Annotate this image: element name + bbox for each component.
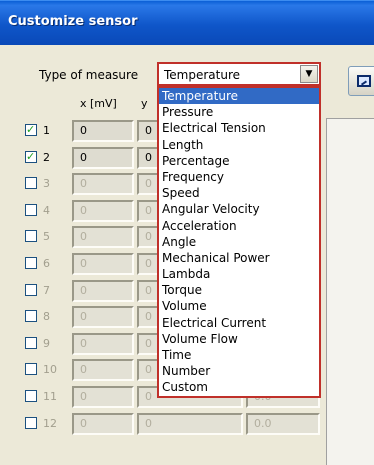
type-of-measure-label: Type of measure: [39, 68, 139, 82]
row-enable-checkbox[interactable]: [25, 336, 37, 349]
dropdown-option[interactable]: Frequency: [159, 169, 319, 185]
dropdown-option[interactable]: Pressure: [159, 104, 319, 120]
row-number-label: 5: [43, 230, 50, 244]
dropdown-option[interactable]: Percentage: [159, 153, 319, 169]
dropdown-option[interactable]: Volume: [159, 298, 319, 314]
row-number-label: 11: [43, 390, 57, 403]
row-enable-checkbox[interactable]: [25, 257, 37, 269]
dropdown-option[interactable]: Speed: [159, 185, 319, 201]
row-enable-checkbox[interactable]: [25, 390, 37, 402]
row-number-label: 2: [43, 150, 50, 164]
y-value-field[interactable]: 0: [137, 412, 243, 435]
row-number-label: 9: [43, 336, 50, 350]
x-value-field[interactable]: 0: [72, 332, 134, 355]
combo-selected-value: Temperature: [164, 68, 241, 82]
dropdown-option[interactable]: Angle: [159, 234, 319, 250]
x-value-field[interactable]: 0: [72, 386, 134, 408]
x-value-field[interactable]: 0: [72, 279, 134, 302]
row-enable-checkbox[interactable]: [25, 230, 37, 243]
column-header-x: x [mV]: [80, 97, 117, 110]
chart-button[interactable]: [348, 66, 374, 96]
row-number-label: 6: [43, 257, 50, 270]
x-value-field[interactable]: 0: [72, 226, 134, 249]
x-value-field[interactable]: 0: [72, 306, 134, 329]
z-value-field[interactable]: 0.0: [246, 412, 320, 435]
row-enable-checkbox[interactable]: [25, 150, 37, 163]
dropdown-option[interactable]: Electrical Current: [159, 315, 319, 331]
row-enable-checkbox[interactable]: [25, 363, 37, 376]
table-row: 12 0 0 0.0: [0, 411, 374, 437]
dropdown-option[interactable]: Acceleration: [159, 218, 319, 234]
x-value-field[interactable]: 0: [72, 253, 134, 275]
dropdown-option[interactable]: Angular Velocity: [159, 201, 319, 217]
chart-icon: [357, 75, 371, 87]
dropdown-option[interactable]: Length: [159, 137, 319, 153]
row-number-label: 8: [43, 310, 50, 324]
dropdown-option[interactable]: Volume Flow: [159, 331, 319, 347]
dropdown-option[interactable]: Number: [159, 363, 319, 379]
x-value-field[interactable]: 0: [72, 199, 134, 222]
type-of-measure-dropdown-list[interactable]: Temperature Pressure Electrical Tension Len…: [157, 86, 321, 398]
title-bar: Customize sensor: [0, 0, 374, 45]
dropdown-option[interactable]: Time: [159, 347, 319, 363]
row-enable-checkbox[interactable]: [25, 124, 37, 136]
x-value-field[interactable]: 0: [72, 120, 134, 142]
x-value-field[interactable]: 0: [72, 359, 134, 382]
row-enable-checkbox[interactable]: [25, 310, 37, 323]
window-title: Customize sensor: [8, 14, 138, 29]
chevron-down-icon[interactable]: ▼: [300, 65, 318, 83]
dropdown-option[interactable]: Torque: [159, 282, 319, 298]
row-number-label: 7: [43, 283, 50, 297]
column-header-y: y: [141, 97, 148, 110]
row-enable-checkbox[interactable]: [25, 416, 37, 429]
x-value-field[interactable]: 0: [72, 412, 134, 435]
row-enable-checkbox[interactable]: [25, 283, 37, 296]
dropdown-option[interactable]: Mechanical Power: [159, 250, 319, 266]
row-number-label: 4: [43, 203, 50, 217]
row-number-label: 10: [43, 363, 57, 377]
type-of-measure-combo[interactable]: Temperature ▼: [157, 62, 321, 86]
x-value-field[interactable]: 0: [72, 146, 134, 169]
row-number-label: 3: [43, 177, 50, 191]
dropdown-option[interactable]: Temperature: [159, 88, 319, 105]
dropdown-option[interactable]: Custom: [159, 379, 319, 395]
row-number-label: 1: [43, 124, 50, 137]
dropdown-option[interactable]: Electrical Tension: [159, 120, 319, 136]
dropdown-option[interactable]: Lambda: [159, 266, 319, 282]
row-enable-checkbox[interactable]: [25, 203, 37, 216]
x-value-field[interactable]: 0: [72, 173, 134, 196]
row-enable-checkbox[interactable]: [25, 177, 37, 190]
row-number-label: 12: [43, 416, 57, 430]
